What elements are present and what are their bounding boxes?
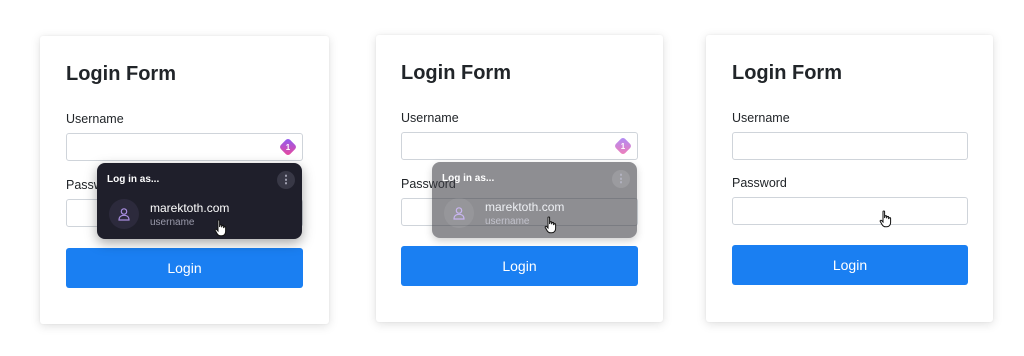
kebab-menu-icon[interactable]: ⋮ <box>612 170 630 188</box>
username-input[interactable]: 1 <box>66 133 303 161</box>
account-domain[interactable]: marektoth.com <box>485 200 564 214</box>
password-label: Password <box>732 176 787 190</box>
account-type: username <box>150 217 195 228</box>
form-title: Login Form <box>66 63 176 85</box>
kebab-menu-icon[interactable]: ⋮ <box>277 171 295 189</box>
login-button[interactable]: Login <box>401 246 638 286</box>
username-label: Username <box>66 112 124 126</box>
user-icon <box>109 199 139 229</box>
form-title: Login Form <box>732 62 842 84</box>
user-icon <box>444 198 474 228</box>
popup-heading: Log in as... <box>107 174 160 185</box>
account-domain[interactable]: marektoth.com <box>150 201 229 215</box>
hand-cursor-icon <box>214 219 227 237</box>
popup-heading: Log in as... <box>442 173 495 184</box>
hand-cursor-icon <box>544 216 557 234</box>
badge-count: 1 <box>621 142 626 151</box>
username-input[interactable]: 1 <box>401 132 638 160</box>
autofill-popup-faded: Log in as... ⋮ marektoth.com username <box>432 162 637 238</box>
login-button[interactable]: Login <box>732 245 968 285</box>
password-manager-icon[interactable]: 1 <box>278 137 298 157</box>
badge-count: 1 <box>286 143 291 152</box>
username-label: Username <box>401 111 459 125</box>
password-manager-icon[interactable]: 1 <box>613 136 633 156</box>
username-input[interactable] <box>732 132 968 160</box>
login-button[interactable]: Login <box>66 248 303 288</box>
form-title: Login Form <box>401 62 511 84</box>
autofill-popup: Log in as... ⋮ marektoth.com username <box>97 163 302 239</box>
username-label: Username <box>732 111 790 125</box>
login-card-3: Login Form Username Password Login <box>706 35 993 322</box>
password-input[interactable] <box>732 197 968 225</box>
account-type: username <box>485 216 530 227</box>
hand-cursor-icon <box>879 210 892 228</box>
